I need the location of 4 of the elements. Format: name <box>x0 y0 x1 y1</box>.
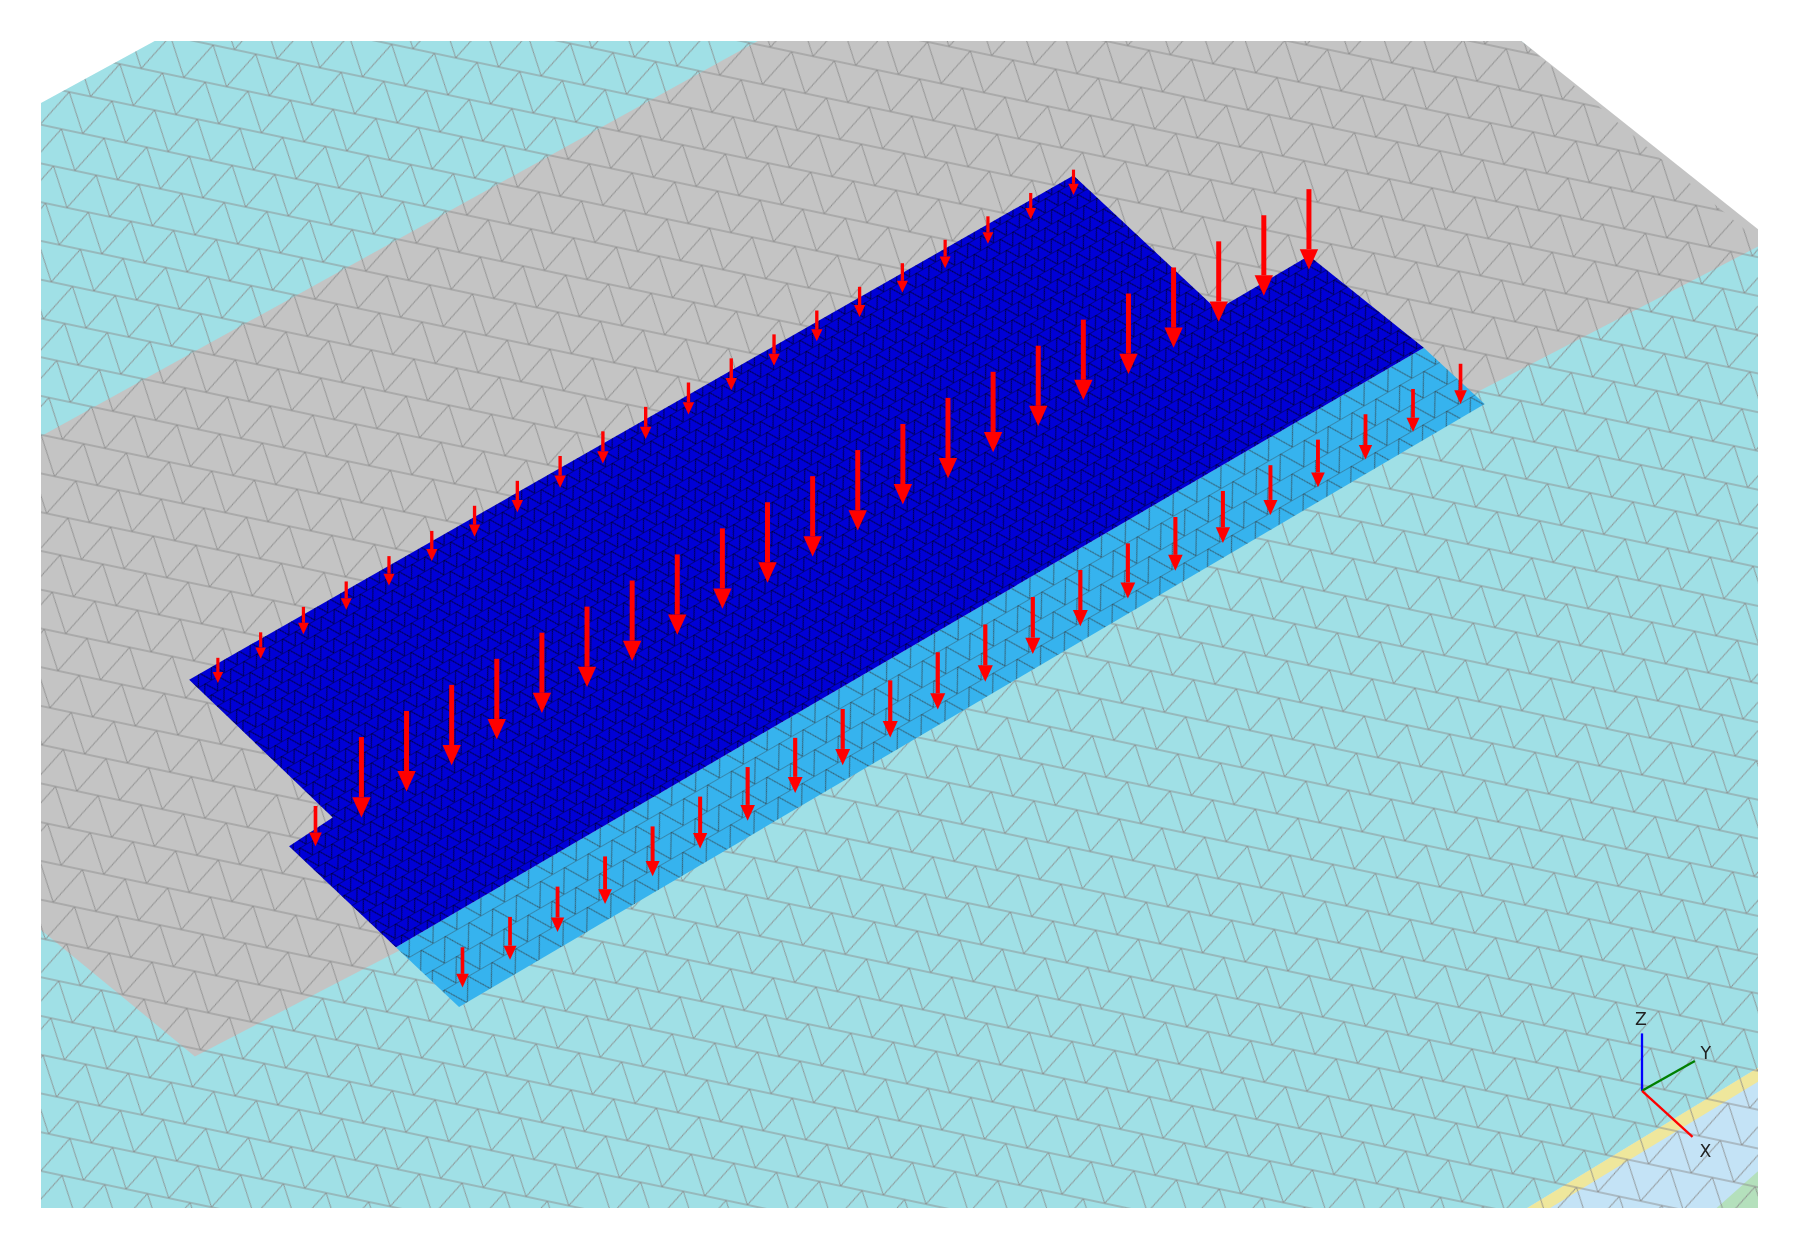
axis-label: Y <box>1700 1042 1712 1063</box>
axis-label: X <box>1699 1141 1712 1162</box>
axis-label: Z <box>1635 1009 1647 1030</box>
model-viewport[interactable]: Z Y X <box>41 41 1758 1208</box>
